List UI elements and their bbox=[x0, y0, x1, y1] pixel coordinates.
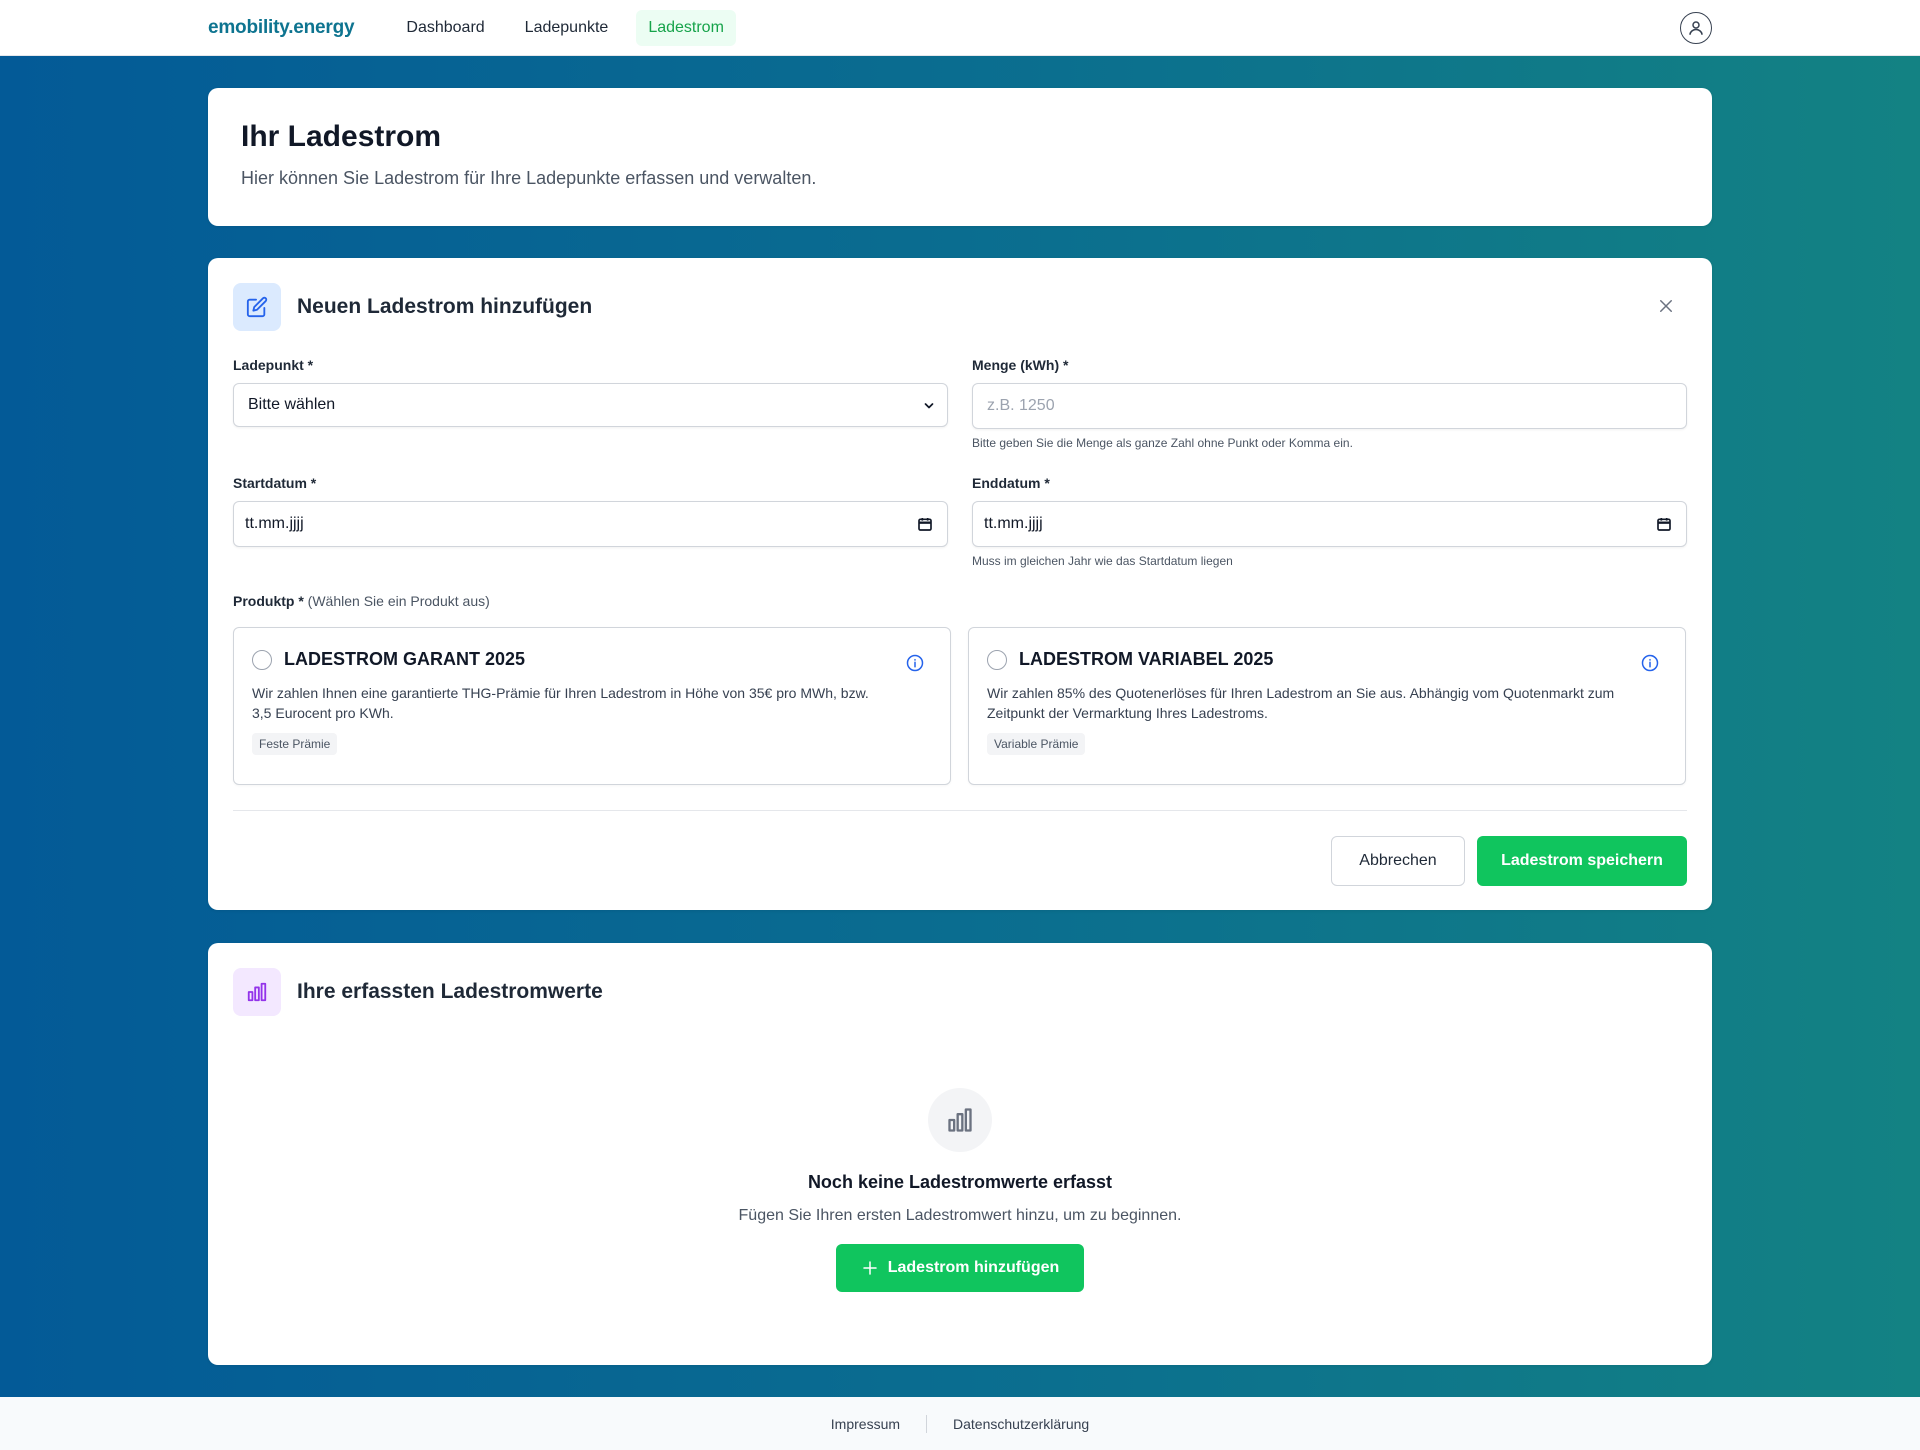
menge-input[interactable]: z.B. 1250 bbox=[972, 383, 1687, 429]
empty-state-subtitle: Fügen Sie Ihren ersten Ladestromwert hin… bbox=[738, 1207, 1182, 1224]
startdatum-input[interactable]: tt.mm.jjjj bbox=[233, 501, 948, 547]
edit-icon-tile bbox=[233, 283, 281, 331]
product-badge-variabel: Variable Prämie bbox=[987, 733, 1086, 755]
page-subtitle: Hier können Sie Ladestrom für Ihre Ladep… bbox=[241, 168, 817, 188]
info-icon[interactable] bbox=[1641, 654, 1659, 672]
nav-dashboard[interactable]: Dashboard bbox=[394, 10, 496, 46]
empty-state: Noch keine Ladestromwerte erfasst Fügen … bbox=[208, 1088, 1712, 1225]
empty-state-title: Noch keine Ladestromwerte erfasst bbox=[807, 1172, 1113, 1192]
add-ladestrom-button[interactable]: Ladestrom hinzufügen bbox=[836, 1244, 1084, 1292]
bar-chart-icon-tile bbox=[233, 968, 281, 1016]
calendar-icon[interactable] bbox=[1656, 516, 1672, 532]
brand-logo[interactable]: emobility.energy bbox=[208, 17, 355, 39]
close-form-button[interactable] bbox=[1654, 294, 1678, 318]
startdatum-group: Startdatum * tt.mm.jjjj bbox=[233, 475, 948, 547]
info-icon[interactable] bbox=[906, 654, 924, 672]
enddatum-label: Enddatum * bbox=[972, 475, 1050, 491]
user-avatar-button[interactable] bbox=[1680, 12, 1712, 44]
product-option-variabel[interactable]: LADESTROM VARIABEL 2025 Wir zahlen 85% d… bbox=[968, 627, 1686, 785]
menge-label: Menge (kWh) * bbox=[972, 357, 1069, 373]
enddatum-input[interactable]: tt.mm.jjjj bbox=[972, 501, 1687, 547]
bar-chart-icon bbox=[948, 1108, 972, 1132]
ladepunkt-label: Ladepunkt * bbox=[233, 357, 314, 373]
ladestrom-list-card: Ihre erfassten Ladestromwerte Noch keine… bbox=[208, 943, 1712, 1365]
nav-ladestrom[interactable]: Ladestrom bbox=[636, 10, 736, 46]
form-header: Neuen Ladestrom hinzufügen bbox=[233, 283, 592, 331]
close-icon bbox=[1660, 300, 1672, 312]
user-icon bbox=[1689, 21, 1703, 35]
product-title-variabel: LADESTROM VARIABEL 2025 bbox=[1019, 649, 1274, 669]
produkt-hint: (Wählen Sie ein Produkt aus) bbox=[307, 593, 490, 609]
calendar-icon[interactable] bbox=[917, 516, 933, 532]
product-badge-garant: Feste Prämie bbox=[252, 733, 338, 755]
chevron-down-icon bbox=[924, 403, 934, 409]
new-ladestrom-form-card: Neuen Ladestrom hinzufügen Ladepunkt * B… bbox=[208, 258, 1712, 910]
add-ladestrom-label: Ladestrom hinzufügen bbox=[887, 1259, 1060, 1276]
footer: Impressum Datenschutzerklärung bbox=[0, 1397, 1920, 1450]
list-header: Ihre erfassten Ladestromwerte bbox=[233, 968, 603, 1016]
intro-card: Ihr Ladestrom Hier können Sie Ladestrom … bbox=[208, 88, 1712, 226]
product-title-garant: LADESTROM GARANT 2025 bbox=[284, 649, 526, 669]
enddatum-group: Enddatum * tt.mm.jjjj Muss im gleichen J… bbox=[972, 475, 1687, 568]
nav-ladepunkte[interactable]: Ladepunkte bbox=[513, 10, 621, 46]
save-ladestrom-button[interactable]: Ladestrom speichern bbox=[1477, 836, 1687, 886]
form-divider bbox=[233, 810, 1687, 811]
empty-state-icon-circle bbox=[928, 1088, 992, 1152]
menge-group: Menge (kWh) * z.B. 1250 Bitte geben Sie … bbox=[972, 357, 1687, 450]
main-nav: Dashboard Ladepunkte Ladestrom bbox=[394, 10, 736, 46]
product-desc-variabel: Wir zahlen 85% des Quotenerlöses für Ihr… bbox=[987, 685, 1615, 721]
ladepunkt-group: Ladepunkt * Bitte wählen bbox=[233, 357, 948, 427]
startdatum-value: tt.mm.jjjj bbox=[245, 515, 304, 532]
footer-datenschutz-link[interactable]: Datenschutzerklärung bbox=[953, 1416, 1089, 1432]
plus-icon bbox=[862, 1261, 877, 1275]
menge-placeholder: z.B. 1250 bbox=[987, 397, 1055, 414]
radio-garant[interactable] bbox=[252, 650, 272, 670]
radio-variabel[interactable] bbox=[987, 650, 1007, 670]
menge-help-text: Bitte geben Sie die Menge als ganze Zahl… bbox=[972, 436, 1353, 450]
bar-chart-icon bbox=[247, 982, 267, 1002]
startdatum-label: Startdatum * bbox=[233, 475, 317, 491]
cancel-button[interactable]: Abbrechen bbox=[1331, 836, 1465, 886]
produkt-label-text: Produktp * bbox=[233, 593, 304, 609]
form-title: Neuen Ladestrom hinzufügen bbox=[297, 295, 593, 318]
list-title: Ihre erfassten Ladestromwerte bbox=[297, 980, 603, 1003]
enddatum-value: tt.mm.jjjj bbox=[984, 515, 1043, 532]
page-title: Ihr Ladestrom bbox=[241, 120, 442, 153]
top-navigation-inner: emobility.energy Dashboard Ladepunkte La… bbox=[208, 0, 1712, 56]
footer-impressum-link[interactable]: Impressum bbox=[831, 1416, 900, 1432]
enddatum-help-text: Muss im gleichen Jahr wie das Startdatum… bbox=[972, 554, 1233, 568]
product-desc-garant: Wir zahlen Ihnen eine garantierte THG-Pr… bbox=[252, 685, 869, 721]
top-navigation-bar: emobility.energy Dashboard Ladepunkte La… bbox=[0, 0, 1920, 56]
edit-icon bbox=[246, 296, 268, 318]
footer-separator bbox=[926, 1414, 928, 1433]
produkt-label: Produktp * (Wählen Sie ein Produkt aus) bbox=[233, 593, 490, 609]
ladepunkt-select-value: Bitte wählen bbox=[248, 396, 336, 413]
product-option-garant[interactable]: LADESTROM GARANT 2025 Wir zahlen Ihnen e… bbox=[233, 627, 951, 785]
ladepunkt-select[interactable]: Bitte wählen bbox=[233, 383, 948, 427]
